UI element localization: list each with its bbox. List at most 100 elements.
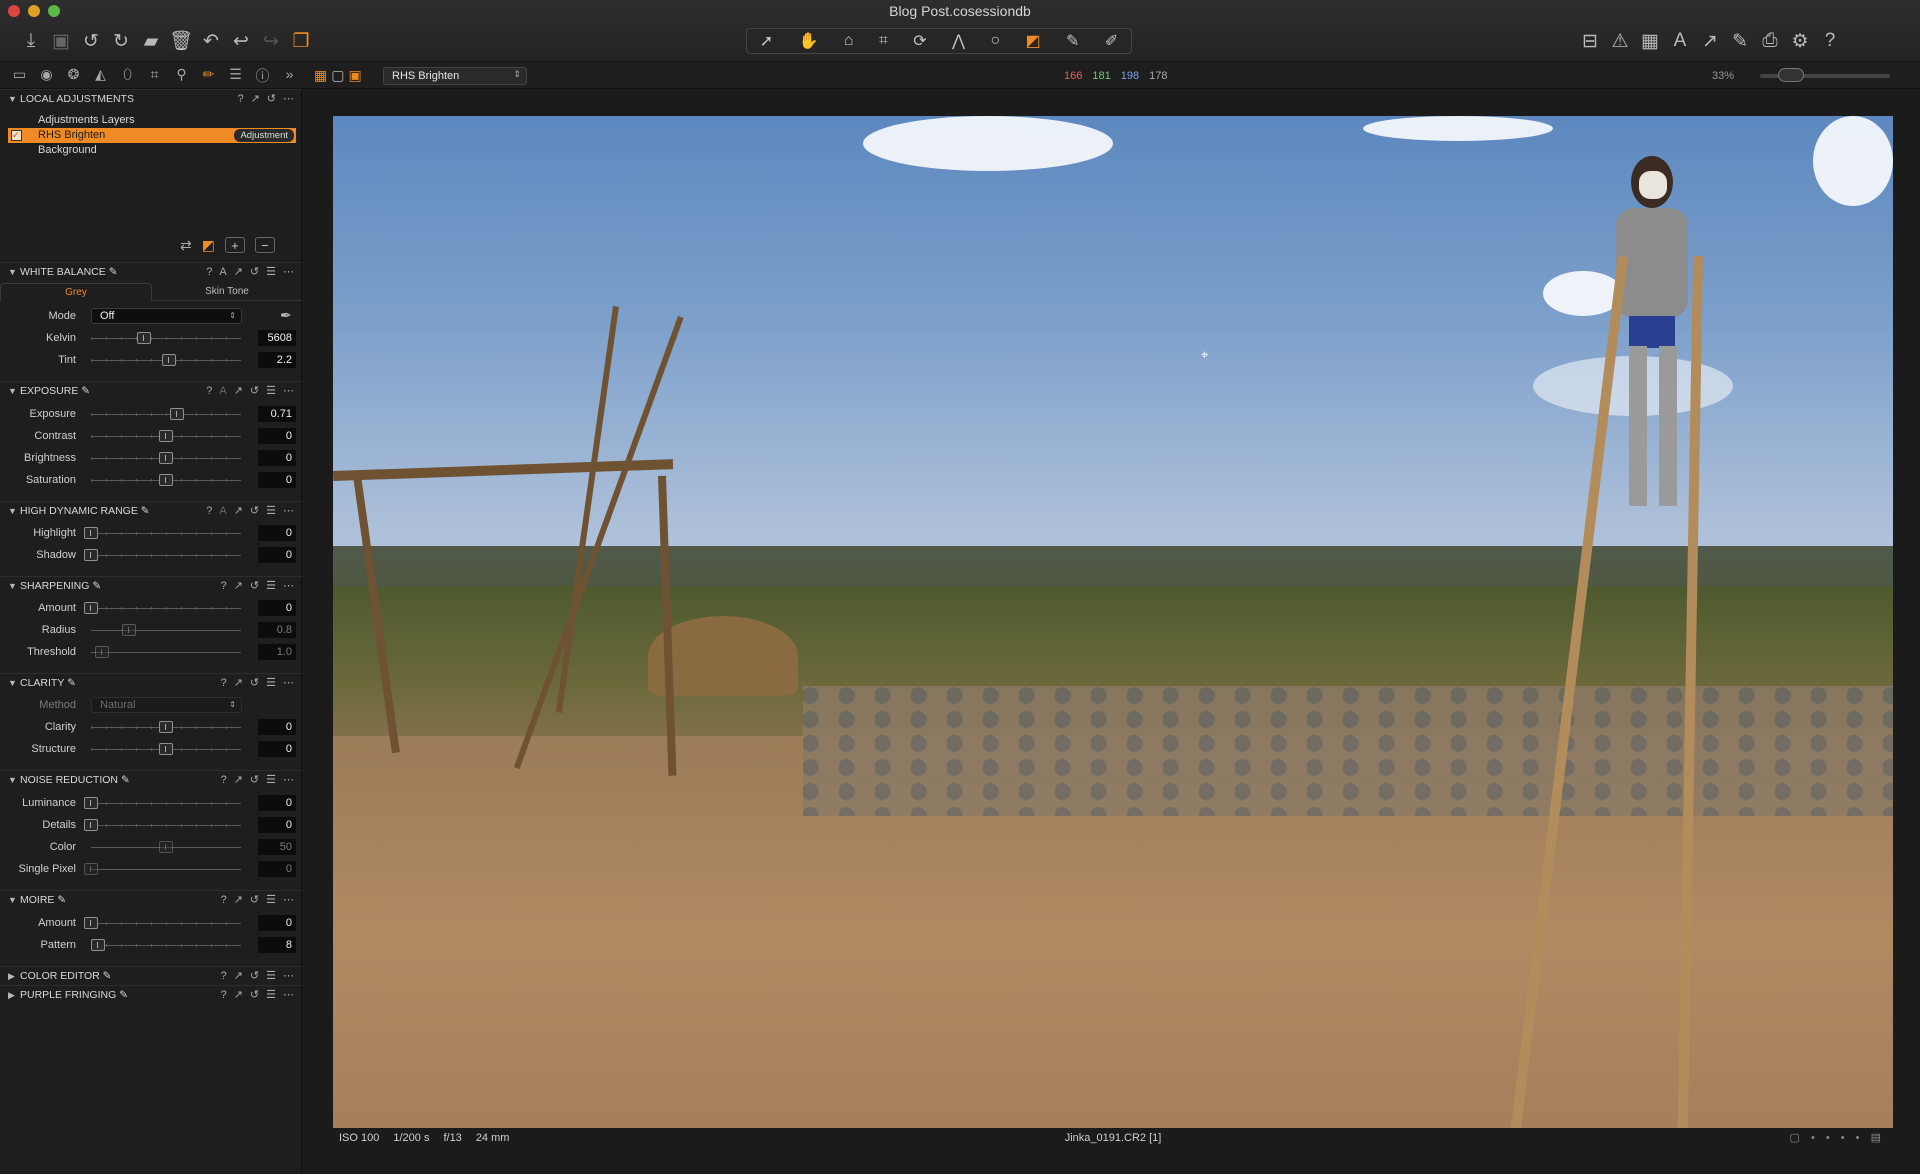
collapse-triangle-icon[interactable]: ▼ bbox=[8, 263, 20, 281]
reset-icon[interactable]: ↺ bbox=[267, 90, 276, 108]
copy-adjustment-icon[interactable]: ↗ bbox=[251, 90, 260, 108]
rotate-left-icon[interactable]: ↺ bbox=[76, 28, 106, 54]
details-slider-knob[interactable] bbox=[84, 819, 98, 831]
sharpen-amount-knob[interactable] bbox=[84, 602, 98, 614]
exposure-tab-icon[interactable]: ◭ bbox=[87, 66, 114, 86]
color-noise-slider-knob[interactable] bbox=[159, 841, 173, 853]
expand-triangle-icon[interactable]: ▶ bbox=[8, 967, 20, 985]
details-value[interactable]: 0 bbox=[258, 817, 296, 833]
reset-icon[interactable]: ↺ bbox=[250, 986, 259, 1004]
reset-icon[interactable]: ↺ bbox=[250, 577, 259, 595]
edit-icon[interactable]: ↗ bbox=[1695, 28, 1725, 54]
help-icon[interactable]: ? bbox=[1815, 28, 1845, 54]
layer-item-rhs-brighten[interactable]: ✓ RHS Brighten Adjustment bbox=[8, 128, 296, 143]
variants-icon[interactable]: ❐ bbox=[286, 28, 316, 54]
collapse-triangle-icon[interactable]: ▼ bbox=[8, 382, 20, 400]
more-icon[interactable]: ⋯ bbox=[283, 382, 294, 400]
collapse-triangle-icon[interactable]: ▼ bbox=[8, 891, 20, 909]
copy-adjustment-icon[interactable]: ↗ bbox=[234, 382, 243, 400]
tint-slider-knob[interactable] bbox=[162, 354, 176, 366]
collapse-triangle-icon[interactable]: ▼ bbox=[8, 674, 20, 692]
help-icon[interactable]: ? bbox=[206, 263, 212, 281]
slider-track[interactable] bbox=[91, 630, 241, 631]
clarity-slider-knob[interactable] bbox=[159, 721, 173, 733]
help-icon[interactable]: ? bbox=[221, 771, 227, 789]
more-icon[interactable]: ⋯ bbox=[283, 90, 294, 108]
presets-icon[interactable]: ☰ bbox=[266, 382, 276, 400]
single-pixel-slider-knob[interactable] bbox=[84, 863, 98, 875]
undo-icon[interactable]: ↶ bbox=[196, 28, 226, 54]
more-icon[interactable]: ⋯ bbox=[283, 674, 294, 692]
crop-icon[interactable]: ⌗ bbox=[879, 32, 888, 50]
picker-icon[interactable]: ✒ bbox=[280, 307, 292, 324]
settings-icon[interactable]: ⚙ bbox=[1785, 28, 1815, 54]
collapse-triangle-icon[interactable]: ▼ bbox=[8, 90, 20, 108]
copy-adjustment-icon[interactable]: ↗ bbox=[234, 577, 243, 595]
more-tabs-icon[interactable]: » bbox=[276, 66, 303, 86]
moire-amount-knob[interactable] bbox=[84, 917, 98, 929]
more-icon[interactable]: ⋯ bbox=[283, 502, 294, 520]
sharpen-amount-value[interactable]: 0 bbox=[258, 600, 296, 616]
folder-move-icon[interactable]: ▰ bbox=[136, 28, 166, 54]
structure-slider-knob[interactable] bbox=[159, 743, 173, 755]
more-icon[interactable]: ⋯ bbox=[283, 263, 294, 281]
moire-header[interactable]: ▼ MOIRE ✎ ? ↗ ↺ ☰ ⋯ bbox=[0, 890, 302, 908]
zoom-slider-knob[interactable] bbox=[1778, 68, 1804, 82]
help-icon[interactable]: ? bbox=[221, 577, 227, 595]
presets-icon[interactable]: ☰ bbox=[266, 986, 276, 1004]
kelvin-slider-knob[interactable] bbox=[137, 332, 151, 344]
layer-enable-checkbox[interactable]: ✓ bbox=[11, 130, 22, 141]
keystone-icon[interactable]: ⋀ bbox=[952, 31, 965, 51]
contrast-slider-knob[interactable] bbox=[159, 430, 173, 442]
slider-track[interactable] bbox=[91, 869, 241, 870]
presets-icon[interactable]: ☰ bbox=[266, 891, 276, 909]
mask-view-icon[interactable]: ▣ bbox=[348, 67, 361, 84]
auto-icon[interactable]: A bbox=[219, 263, 226, 281]
auto-icon[interactable]: A bbox=[219, 382, 226, 400]
redo-icon[interactable]: ↪ bbox=[256, 28, 286, 54]
wb-mode-select[interactable]: Off ⇕ bbox=[91, 308, 242, 324]
help-icon[interactable]: ? bbox=[237, 90, 243, 108]
copy-icon[interactable]: ✎ bbox=[1725, 28, 1755, 54]
copy-adjustment-icon[interactable]: ↗ bbox=[234, 771, 243, 789]
brightness-value[interactable]: 0 bbox=[258, 450, 296, 466]
copy-adjustment-icon[interactable]: ↗ bbox=[234, 891, 243, 909]
white-balance-header[interactable]: ▼ WHITE BALANCE ✎ ? A ↗ ↺ ☰ ⋯ bbox=[0, 262, 302, 280]
radius-slider-knob[interactable] bbox=[122, 624, 136, 636]
reset-icon[interactable]: ↺ bbox=[250, 674, 259, 692]
pattern-slider-knob[interactable] bbox=[91, 939, 105, 951]
compare-icon[interactable]: ⊟ bbox=[1575, 28, 1605, 54]
kelvin-value[interactable]: 5608 bbox=[258, 330, 296, 346]
photo-viewer[interactable] bbox=[333, 116, 1893, 1128]
add-layer-button[interactable]: + bbox=[224, 237, 245, 253]
more-icon[interactable]: ⋯ bbox=[283, 891, 294, 909]
single-pixel-value[interactable]: 0 bbox=[258, 861, 296, 877]
presets-icon[interactable]: ☰ bbox=[266, 263, 276, 281]
sharpening-header[interactable]: ▼ SHARPENING ✎ ? ↗ ↺ ☰ ⋯ bbox=[0, 576, 302, 594]
print-icon[interactable]: ⎙ bbox=[1755, 28, 1785, 54]
shadow-value[interactable]: 0 bbox=[258, 547, 296, 563]
reset-icon[interactable]: ↺ bbox=[250, 771, 259, 789]
noise-reduction-header[interactable]: ▼ NOISE REDUCTION ✎ ? ↗ ↺ ☰ ⋯ bbox=[0, 770, 302, 788]
copy-adjustment-icon[interactable]: ↗ bbox=[234, 967, 243, 985]
presets-icon[interactable]: ☰ bbox=[266, 967, 276, 985]
more-icon[interactable]: ⋯ bbox=[283, 577, 294, 595]
threshold-value[interactable]: 1.0 bbox=[258, 644, 296, 660]
reset-icon[interactable]: ↺ bbox=[250, 382, 259, 400]
grid-icon[interactable]: ▦ bbox=[1635, 28, 1665, 54]
loupe-icon[interactable]: ⌂ bbox=[844, 32, 854, 50]
reset-icon[interactable]: ↺ bbox=[250, 967, 259, 985]
auto-icon[interactable]: A bbox=[219, 502, 226, 520]
rotate-right-icon[interactable]: ↻ bbox=[106, 28, 136, 54]
exposure-header[interactable]: ▼ EXPOSURE ✎ ? A ↗ ↺ ☰ ⋯ bbox=[0, 381, 302, 399]
details-tab-icon[interactable]: ⚲ bbox=[168, 66, 195, 86]
help-icon[interactable]: ? bbox=[221, 986, 227, 1004]
copy-adjustment-icon[interactable]: ↗ bbox=[234, 674, 243, 692]
shadow-slider-knob[interactable] bbox=[84, 549, 98, 561]
remove-layer-button[interactable]: − bbox=[254, 237, 275, 253]
capture-tab-icon[interactable]: ◉ bbox=[33, 66, 60, 86]
exposure-warning-icon[interactable]: ⚠ bbox=[1605, 28, 1635, 54]
reset-icon[interactable]: ↺ bbox=[250, 263, 259, 281]
exposure-slider-knob[interactable] bbox=[170, 408, 184, 420]
purple-fringing-header[interactable]: ▶ PURPLE FRINGING ✎ ? ↗ ↺ ☰ ⋯ bbox=[0, 985, 302, 1003]
